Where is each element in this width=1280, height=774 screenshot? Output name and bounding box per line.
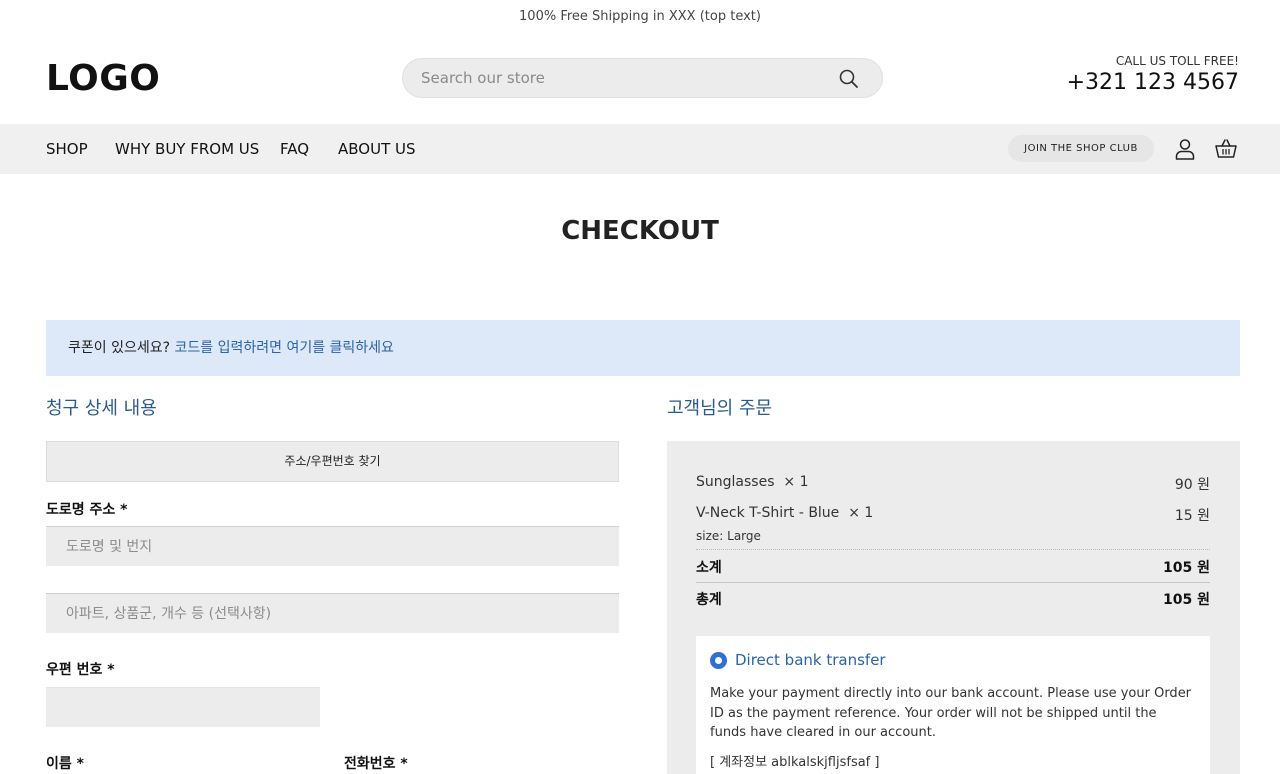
logo[interactable]: LOGO <box>46 58 160 99</box>
radio-selected-icon[interactable] <box>710 652 727 669</box>
billing-title: 청구 상세 내용 <box>46 398 157 419</box>
subtotal-value: 105 원 <box>1163 560 1210 576</box>
coupon-notice-text: 쿠폰이 있으세요? <box>68 340 171 356</box>
promo-banner: 100% Free Shipping in XXX (top text) <box>0 0 1280 34</box>
phone-label: 전화번호 * <box>344 756 408 772</box>
subtotal-label: 소계 <box>696 560 722 576</box>
order-item: V-Neck T-Shirt - Blue × 1 <box>696 505 873 521</box>
nav-item-why-buy[interactable]: WHY BUY FROM US <box>115 124 259 174</box>
nav-item-faq[interactable]: FAQ <box>280 124 309 174</box>
promo-text: 100% Free Shipping in XXX (top text) <box>519 9 761 24</box>
order-item-meta: size: Large <box>696 529 761 543</box>
order-item-price: 15 원 <box>1174 508 1210 524</box>
order-item-qty: × 1 <box>848 505 874 521</box>
payment-method-label[interactable]: Direct bank transfer <box>735 651 886 669</box>
variation-value: Large <box>727 529 761 543</box>
nav-item-shop[interactable]: SHOP <box>46 124 88 174</box>
nav-item-about[interactable]: ABOUT US <box>338 124 416 174</box>
coupon-link[interactable]: 코드를 입력하려면 여기를 클릭하세요 <box>175 340 394 356</box>
page-title: CHECKOUT <box>561 216 719 246</box>
postcode-label: 우편 번호 * <box>46 662 115 678</box>
call-block: CALL US TOLL FREE! +321 123 4567 <box>1067 54 1239 95</box>
total-label: 총계 <box>696 592 722 608</box>
join-club-button[interactable]: JOIN THE SHOP CLUB <box>1008 135 1154 162</box>
order-item-name: Sunglasses <box>696 474 775 490</box>
payment-description: Make your payment directly into our bank… <box>710 686 1192 740</box>
total-value: 105 원 <box>1163 592 1210 608</box>
postcode-input[interactable] <box>46 687 320 727</box>
address-search-button[interactable]: 주소/우편번호 찾기 <box>46 441 619 482</box>
order-review: Sunglasses × 1 90 원 V-Neck T-Shirt - Blu… <box>667 441 1240 774</box>
order-item-name: V-Neck T-Shirt - Blue <box>696 505 840 521</box>
divider <box>696 582 1210 583</box>
first-name-label: 이름 * <box>46 756 84 772</box>
order-item-price: 90 원 <box>1174 477 1210 493</box>
divider <box>696 549 1210 550</box>
phone-number[interactable]: +321 123 4567 <box>1067 70 1239 95</box>
search-input[interactable] <box>421 59 821 97</box>
main-nav: SHOP WHY BUY FROM US FAQ ABOUT US JOIN T… <box>0 124 1280 174</box>
order-title: 고객님의 주문 <box>667 398 773 419</box>
search-icon[interactable] <box>838 68 860 90</box>
order-item: Sunglasses × 1 <box>696 474 808 490</box>
street-address-input[interactable] <box>46 526 619 566</box>
coupon-notice: 쿠폰이 있으세요? 코드를 입력하려면 여기를 클릭하세요 <box>46 320 1240 376</box>
payment-method-box: Direct bank transfer Make your payment d… <box>696 636 1210 774</box>
bank-account-info: [ 계좌정보 ablkalskjfljsfsaf ] <box>710 755 880 770</box>
user-icon[interactable] <box>1173 137 1197 161</box>
basket-icon[interactable] <box>1214 137 1238 161</box>
call-label: CALL US TOLL FREE! <box>1115 54 1239 68</box>
variation-label: size: <box>696 529 724 543</box>
order-item-qty: × 1 <box>783 474 809 490</box>
apartment-input[interactable] <box>46 593 619 633</box>
search-bar <box>402 58 883 98</box>
site-header: LOGO CALL US TOLL FREE! +321 123 4567 <box>0 34 1280 124</box>
street-label: 도로명 주소 * <box>46 502 128 518</box>
